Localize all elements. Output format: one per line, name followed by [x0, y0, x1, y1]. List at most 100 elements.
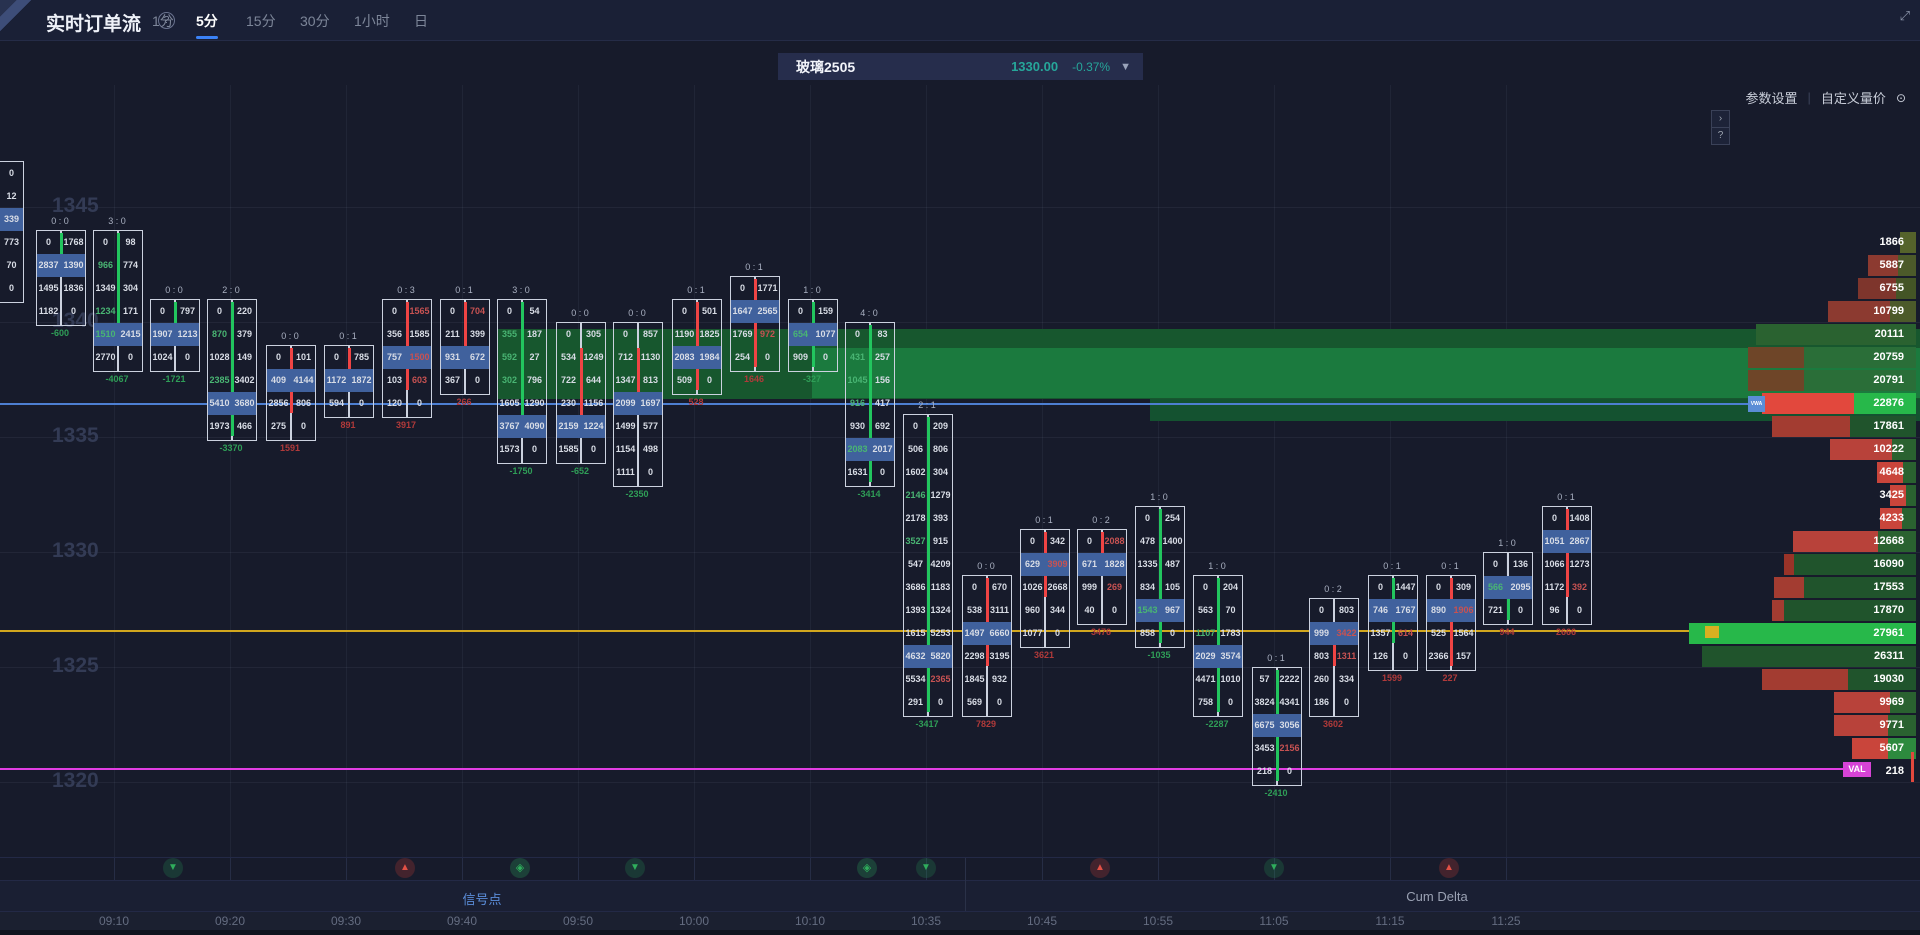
footprint-candle[interactable]: 0305534124972264423011562159122415850: [556, 322, 606, 464]
collapse-button[interactable]: ›: [1711, 110, 1730, 128]
footprint-candle[interactable]: 098966774134930412341711510241527700: [93, 230, 143, 372]
imbalance-header: 0 : 0: [607, 308, 667, 318]
signal-up-icon[interactable]: ▲: [1439, 858, 1459, 878]
ask-volume: 1447: [1394, 576, 1417, 599]
bid-volume: 1349: [94, 277, 117, 300]
footprint-row: 20832017: [846, 438, 894, 461]
footprint-candle[interactable]: 0309890190652515642366157: [1426, 575, 1476, 671]
ask-volume: 0: [698, 369, 721, 392]
tab-日[interactable]: 日: [414, 11, 428, 31]
footprint-candle[interactable]: 01565356158575715001036031200: [382, 299, 432, 418]
footprint-row: 5251564: [1427, 622, 1475, 645]
footprint-row: 0101: [267, 346, 315, 369]
custom-volume-price-link[interactable]: 自定义量价: [1821, 88, 1886, 107]
time-axis-label: 10:35: [911, 914, 941, 928]
footprint-candle[interactable]: 5722223824434166753056345321562180: [1252, 667, 1302, 786]
candle-delta: 2666: [1531, 627, 1601, 637]
footprint-candle[interactable]: 01447746176713576141260: [1368, 575, 1418, 671]
ask-volume: 105: [1161, 576, 1184, 599]
footprint-candle[interactable]: 013656620957210: [1483, 552, 1533, 625]
ladder-row: 4648: [1676, 462, 1916, 483]
signal-down-icon[interactable]: ▼: [1264, 858, 1284, 878]
ask-volume: 334: [1335, 668, 1358, 691]
instrument-bar[interactable]: 玻璃2505 1330.00 -0.37% ▼: [778, 53, 1143, 80]
footprint-row: 1335487: [1136, 553, 1184, 576]
footprint-row: 15102415: [94, 323, 142, 346]
bid-volume: 2159: [557, 415, 580, 438]
footprint-row: 103603: [383, 369, 431, 392]
tab-5分[interactable]: 5分: [196, 11, 218, 31]
footprint-candle[interactable]: 07971907121310240: [150, 299, 200, 372]
footprint-row: 13931324: [904, 599, 952, 622]
param-settings-link[interactable]: 参数设置: [1746, 88, 1798, 107]
footprint-row: 11071783: [1194, 622, 1242, 645]
signal-up-icon[interactable]: ▲: [395, 858, 415, 878]
time-axis: [0, 912, 1920, 930]
footprint-candle[interactable]: 0204563701107178320293574447110107580: [1193, 575, 1243, 717]
ask-volume: 2088: [1103, 530, 1126, 553]
footprint-candle[interactable]: 02544781400133548783410515439678580: [1135, 506, 1185, 648]
footprint-row: 46325820: [904, 645, 952, 668]
cum-delta-label[interactable]: Cum Delta: [1406, 889, 1467, 904]
ask-volume: 342: [1046, 530, 1069, 553]
ask-volume: 0: [408, 392, 431, 415]
footprint-candle[interactable]: 0803999342280313112603341860: [1309, 598, 1359, 717]
ladder-volume-value: 4233: [1784, 508, 1904, 529]
footprint-row: 0501: [673, 300, 721, 323]
ask-volume: 1697: [639, 392, 662, 415]
bid-volume: 302: [498, 369, 521, 392]
footprint-candle[interactable]: 020886711828999269400: [1077, 529, 1127, 625]
footprint-candle[interactable]: 0857712113013478132099169714995771154498…: [613, 322, 663, 487]
gear-icon[interactable]: ⊙: [1896, 91, 1906, 105]
signal-badge-icon[interactable]: ◈: [510, 858, 530, 878]
footprint-candle[interactable]: 0220870379102814923853402541036801973466: [207, 299, 257, 441]
footprint-candle[interactable]: 034262939091026266896034410770: [1020, 529, 1070, 648]
footprint-row: 1349304: [94, 277, 142, 300]
signal-down-icon[interactable]: ▼: [916, 858, 936, 878]
footprint-row: 16051290: [498, 392, 546, 415]
footprint-candle[interactable]: 015965410779090: [788, 299, 838, 372]
footprint-candle[interactable]: 07042113999316723670: [440, 299, 490, 395]
ladder-buy-bar: [1902, 508, 1916, 529]
footprint-candle[interactable]: 0209506806160230421461279217839335279155…: [903, 414, 953, 717]
footprint-row: 56370: [1194, 599, 1242, 622]
marker-row-tick: [114, 858, 115, 880]
ask-volume: 0: [1161, 622, 1184, 645]
bid-volume: 1051: [1543, 530, 1566, 553]
bid-volume: 5534: [904, 668, 927, 691]
ask-volume: 2156: [1278, 737, 1301, 760]
v-gridline: [1158, 85, 1159, 858]
footprint-candle[interactable]: 01768283713901495183611820: [36, 230, 86, 326]
footprint-row: 11901825: [673, 323, 721, 346]
signal-up-icon[interactable]: ▲: [1090, 858, 1110, 878]
h-gridline: [0, 552, 1920, 553]
footprint-candle[interactable]: 0543551875922730279616051290376740901573…: [497, 299, 547, 464]
signal-down-icon[interactable]: ▼: [625, 858, 645, 878]
signal-badge-icon[interactable]: ◈: [857, 858, 877, 878]
bid-volume: 211: [441, 323, 464, 346]
tab-30分[interactable]: 30分: [300, 11, 330, 31]
bid-volume: 0: [498, 300, 521, 323]
ask-volume: 1500: [408, 346, 431, 369]
tab-15分[interactable]: 15分: [246, 11, 276, 31]
tab-1小时[interactable]: 1小时: [354, 11, 390, 31]
tab-1分[interactable]: 1分: [152, 11, 174, 31]
footprint-candle[interactable]: 0101409414428568062750: [266, 345, 316, 441]
price-axis-label: 1320: [52, 769, 132, 793]
signal-points-label[interactable]: 信号点: [462, 889, 501, 908]
expand-icon[interactable]: ⤢: [1900, 8, 1910, 24]
bid-volume: 1845: [963, 668, 986, 691]
help-button[interactable]: ?: [1711, 127, 1730, 145]
footprint-candle[interactable]: 0140810512867106612731172392960: [1542, 506, 1592, 625]
bid-volume: 1234: [94, 300, 117, 323]
footprint-candle[interactable]: 017711647256517699722540: [730, 276, 780, 372]
footprint-candle[interactable]: 0834312571045156916417930692208320171631…: [845, 322, 895, 487]
footprint-candle[interactable]: 012339773700: [0, 161, 24, 303]
footprint-candle[interactable]: 0785117218725940: [324, 345, 374, 418]
footprint-candle[interactable]: 06705383111149766602298319518459325690: [962, 575, 1012, 717]
signal-down-icon[interactable]: ▼: [163, 858, 183, 878]
footprint-candle[interactable]: 050111901825208319845090: [672, 299, 722, 395]
footprint-row: 1200: [383, 392, 431, 415]
time-axis-label: 10:55: [1143, 914, 1173, 928]
chevron-down-icon[interactable]: ▼: [1120, 61, 1131, 73]
